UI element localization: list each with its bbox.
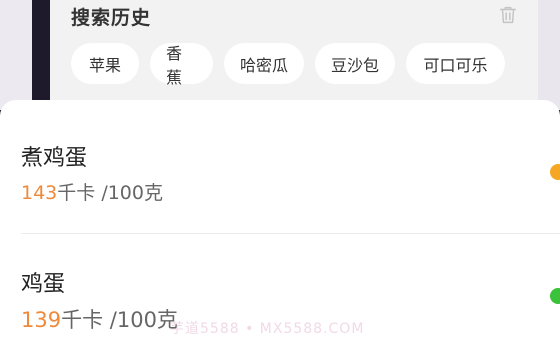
history-chip[interactable]: 豆沙包 [315,43,395,84]
background-right-strip [538,0,560,110]
calorie-value: 139 [21,308,62,332]
search-history-panel: 搜索历史 苹果 香蕉 哈密瓜 豆沙包 可口可乐 [50,0,538,110]
calorie-value: 143 [21,182,58,204]
status-dot [550,288,560,304]
food-calories: 143千卡 /100克 [21,178,163,205]
history-chip[interactable]: 哈密瓜 [224,43,304,84]
background-left-strip [0,0,32,110]
calorie-unit: 千卡 [57,182,96,204]
history-chip[interactable]: 香蕉 [150,43,213,87]
trash-icon[interactable] [497,4,519,26]
status-dot [550,164,560,180]
serving-unit: /100克 [95,182,163,204]
search-history-title: 搜索历史 [71,7,152,29]
food-name: 煮鸡蛋 [21,146,88,171]
history-chip[interactable]: 苹果 [71,43,139,84]
history-chip-list: 苹果 香蕉 哈密瓜 豆沙包 可口可乐 [71,43,505,87]
background-dark-edge-left [32,0,50,110]
serving-unit: /100克 [103,308,178,332]
history-chip[interactable]: 可口可乐 [406,43,505,84]
watermark: 芋道5588 • MX5588.COM [170,321,365,337]
list-item[interactable]: 煮鸡蛋 143千卡 /100克 [0,100,560,210]
food-calories: 139千卡 /100克 [21,304,178,334]
food-name: 鸡蛋 [21,272,66,297]
calorie-unit: 千卡 [61,308,104,332]
